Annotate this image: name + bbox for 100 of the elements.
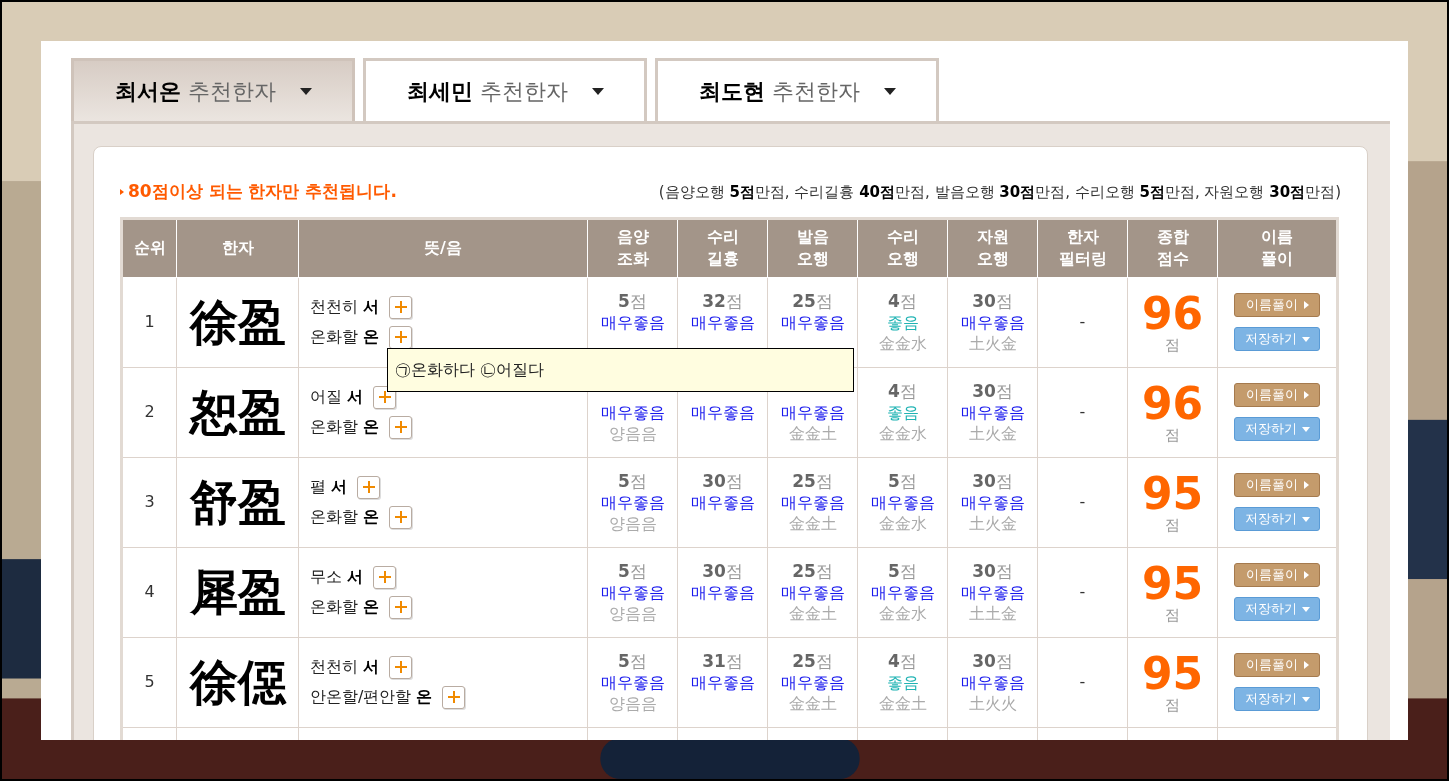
filter-cell: - [1037,277,1128,367]
score-points: 5점 [618,470,647,492]
name-analysis-button[interactable]: 이름풀이 [1234,653,1320,677]
column-header: 수리 오행 [857,218,948,277]
meaning-text: 무소 서 [310,566,364,588]
add-button[interactable] [389,325,413,349]
score-points: 32점 [702,290,743,312]
total-score: 96 [1141,381,1204,426]
score-verdict: 매우좋음 [870,581,935,603]
plus-icon [378,571,391,583]
score-verdict: 매우좋음 [870,491,935,513]
score-verdict: 매우좋음 [960,491,1025,513]
score-unit: 점 [1165,697,1180,713]
column-header: 발음 오행 [767,218,858,277]
score-element: 金金土 [878,692,927,714]
caret-icon [1301,336,1310,342]
name-analysis-button[interactable]: 이름풀이 [1234,293,1320,317]
score-points: 4점 [888,290,917,312]
plus-icon [394,511,407,523]
name-analysis-button[interactable]: 이름풀이 [1234,563,1320,587]
filter-cell: - [1037,547,1128,637]
score-points: 5점 [888,470,917,492]
play-icon [1303,301,1309,309]
name-analysis-button[interactable]: 이름풀이 [1234,473,1320,497]
column-header: 순위 [121,218,177,277]
play-icon [1303,481,1309,489]
score-element: 土火金 [968,332,1017,354]
score-points: 30점 [972,650,1013,672]
score-verdict: 매우좋음 [600,671,665,693]
score-verdict: 매우좋음 [690,311,755,333]
criteria-text: (음양오행 5점만점, 수리길흉 40점만점, 발음오행 30점만점, 수리오행 5점만점, 자원오행 30점만점) [658,181,1341,203]
score-points: 25점 [792,290,833,312]
caret-icon [1301,426,1310,432]
plus-icon [394,661,407,673]
score-element: 金金土 [788,422,837,444]
score-verdict: 매우좋음 [600,311,665,333]
save-button[interactable]: 저장하기 [1234,687,1320,711]
plus-icon [394,301,407,313]
score-verdict: 매우좋음 [780,671,845,693]
score-verdict: 좋음 [886,401,919,423]
tooltip: ㉠온화하다 ㉡어질다 [387,348,854,392]
save-button[interactable]: 저장하기 [1234,327,1320,351]
score-points: 25점 [792,560,833,582]
score-verdict: 매우좋음 [960,671,1025,693]
total-score: 96 [1141,291,1204,336]
score-element: 金金水 [878,512,927,534]
save-button[interactable]: 저장하기 [1234,417,1320,441]
caret-icon [1301,606,1310,612]
score-points: 30점 [972,380,1013,402]
score-points: 30점 [702,560,743,582]
score-verdict: 매우좋음 [690,401,755,423]
score-points: 31점 [702,650,743,672]
score-points: 5점 [618,650,647,672]
column-header: 수리 길흉 [677,218,768,277]
total-score: 95 [1141,651,1204,696]
score-verdict: 매우좋음 [690,491,755,513]
score-verdict: 매우좋음 [690,671,755,693]
score-element: 金金土 [788,692,837,714]
hanja-cell: 徐僫 [176,637,299,727]
score-verdict: 매우좋음 [780,311,845,333]
score-points: 4점 [888,380,917,402]
caret-icon [591,87,604,95]
score-element: 양음음 [608,422,657,444]
score-verdict: 매우좋음 [600,401,665,423]
meaning-text: 펼 서 [310,476,348,498]
hanja-cell: 恕盈 [176,367,299,457]
score-points: 4점 [888,650,917,672]
score-element: 金金水 [878,332,927,354]
save-button[interactable]: 저장하기 [1234,507,1320,531]
meaning-text: 안온할/편안할 온 [310,686,433,708]
score-element: 金金水 [878,422,927,444]
tab[interactable]: 최도현 추천한자 [655,58,939,121]
score-verdict: 매우좋음 [780,581,845,603]
meaning-text: 천천히 서 [310,296,380,318]
play-icon [1303,661,1309,669]
meaning-text: 온화할 온 [310,506,380,528]
score-element: 양음음 [608,602,657,624]
column-header: 종합 점수 [1127,218,1218,277]
column-header: 한자 필터링 [1037,218,1128,277]
play-icon [1303,391,1309,399]
score-element: 土火金 [968,512,1017,534]
score-points: 30점 [702,470,743,492]
score-element: 金金水 [878,602,927,624]
rank-cell: 2 [121,367,177,457]
meaning-text: 온화할 온 [310,326,380,348]
tab[interactable]: 최세민 추천한자 [363,58,647,121]
filter-cell: - [1037,367,1128,457]
score-verdict: 좋음 [886,671,919,693]
save-button[interactable]: 저장하기 [1234,597,1320,621]
meaning-text: 천천히 서 [310,656,380,678]
rank-cell: 5 [121,637,177,727]
caret-icon [1301,516,1310,522]
tab[interactable]: 최서온 추천한자 [71,58,355,121]
column-header: 뜻/음 [298,218,588,277]
rank-cell: 3 [121,457,177,547]
score-element: 土火火 [968,692,1017,714]
caret-icon [883,87,896,95]
score-unit: 점 [1165,337,1180,353]
name-analysis-button[interactable]: 이름풀이 [1234,383,1320,407]
plus-icon [394,601,407,613]
